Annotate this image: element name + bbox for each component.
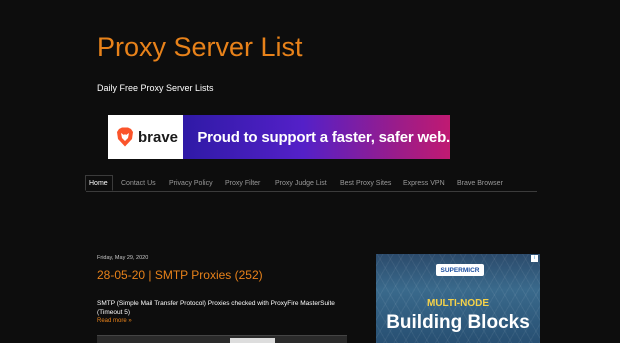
blog-description: Daily Free Proxy Server Lists (97, 83, 214, 93)
page-tabs: Home Contact Us Privacy Policy Proxy Fil… (85, 175, 537, 192)
ad-headline-large: Building Blocks (386, 312, 530, 333)
tab-proxy-filter[interactable]: Proxy Filter (225, 180, 260, 187)
tab-privacy-policy[interactable]: Privacy Policy (169, 180, 213, 187)
page: Proxy Server List Daily Free Proxy Serve… (0, 0, 620, 343)
ad-logo-box: SUPERMICR (436, 264, 484, 276)
post-preview-strip (97, 335, 347, 343)
tab-proxy-judge-list[interactable]: Proxy Judge List (275, 180, 327, 187)
ad-headline-small: MULTI-NODE (426, 298, 490, 309)
brave-tagline: Proud to support a faster, safer web. (197, 128, 450, 146)
sidebar-ad[interactable]: i SUPERMICR MULTI-NODE Building Blocks (376, 254, 540, 343)
brave-wordmark: brave (138, 128, 179, 146)
blog-title[interactable]: Proxy Server List (97, 32, 303, 63)
tab-best-proxy-sites[interactable]: Best Proxy Sites (340, 180, 391, 187)
tab-contact-us[interactable]: Contact Us (121, 180, 156, 187)
read-more-link[interactable]: Read more » (97, 318, 132, 324)
ad-info-icon[interactable]: i (531, 255, 538, 262)
brave-lion-icon (117, 127, 133, 147)
brave-banner[interactable]: brave Proud to support a faster, safer w… (108, 115, 450, 159)
tab-express-vpn[interactable]: Express VPN (403, 180, 445, 187)
tab-brave-browser[interactable]: Brave Browser (457, 180, 503, 187)
post-preview-image (230, 338, 275, 343)
post-snippet: SMTP (Simple Mail Transfer Protocol) Pro… (97, 300, 335, 316)
brave-logo-area: brave (108, 115, 184, 159)
brave-tagline-area: Proud to support a faster, safer web. (183, 115, 450, 159)
post-date: Friday, May 29, 2020 (97, 255, 149, 261)
post-title[interactable]: 28-05-20 | SMTP Proxies (252) (97, 268, 263, 282)
ad-logo: SUPERMICR (440, 266, 480, 274)
tab-home[interactable]: Home (85, 175, 113, 191)
